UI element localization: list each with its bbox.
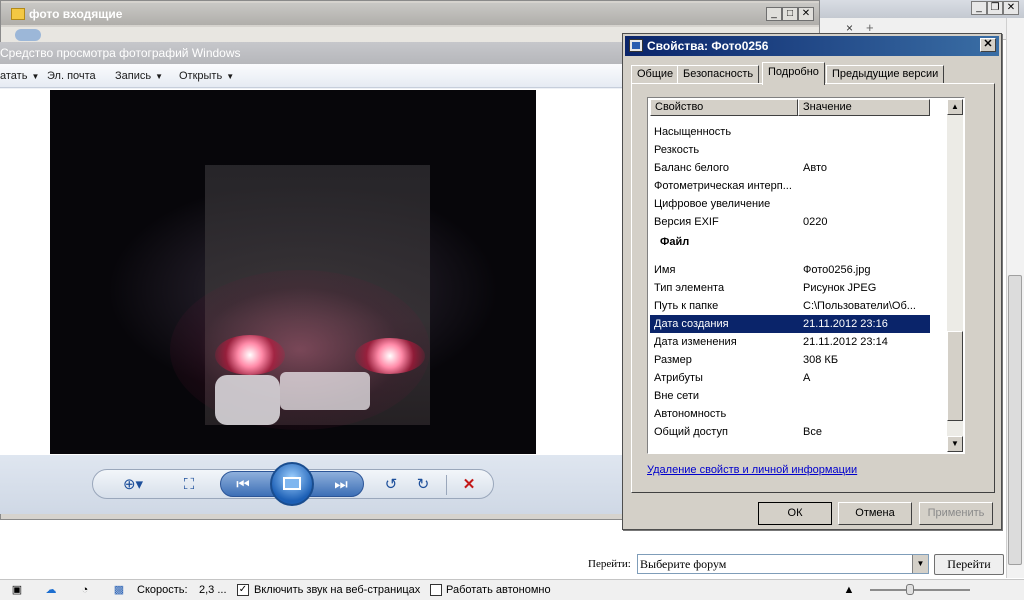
dialog-title: Свойства: Фото0256	[647, 39, 769, 53]
details-panel: Свойство Значение Насыщенность Резкость …	[631, 83, 995, 493]
table-row[interactable]: Тип элемента Рисунок JPEG	[650, 279, 930, 297]
dialog-close-button[interactable]: ✕	[980, 38, 996, 52]
browser-maximize-button[interactable]: ❐	[987, 1, 1003, 15]
rotate-left-icon[interactable]: ↺	[378, 476, 404, 494]
list-scrollbar[interactable]: ▲ ▼	[947, 99, 963, 452]
truck-wheel	[215, 375, 280, 425]
table-row[interactable]: Фотометрическая интерп...	[650, 177, 930, 195]
toolbar-separator	[446, 475, 447, 495]
properties-dialog: Свойства: Фото0256 ✕ Общие Безопасность …	[622, 33, 1002, 530]
truck-bumper	[280, 372, 370, 410]
tab-general[interactable]: Общие	[631, 65, 680, 84]
tab-security[interactable]: Безопасность	[677, 65, 760, 84]
explorer-close-button[interactable]: ✕	[798, 7, 814, 21]
browser-scrollbar-thumb[interactable]	[1008, 275, 1022, 565]
column-header-value[interactable]: Значение	[798, 99, 930, 116]
explorer-minimize-button[interactable]: _	[766, 7, 782, 21]
browser-title-bar: _ ❐ ✕	[815, 0, 1024, 18]
rotate-right-icon[interactable]: ↻	[410, 476, 436, 494]
zoom-icon[interactable]: ⊕▾	[120, 476, 146, 494]
forum-go-button[interactable]: Перейти	[934, 554, 1004, 575]
zoom-slider[interactable]	[870, 589, 970, 591]
back-forward-icon[interactable]	[15, 29, 41, 41]
folder-icon	[11, 8, 25, 20]
image-file-icon	[629, 39, 643, 52]
tab-previous-versions[interactable]: Предыдущие версии	[826, 65, 945, 84]
explorer-title-bar: фото входящие _ □ ✕	[1, 3, 819, 25]
forum-jump-label: Перейти:	[588, 558, 631, 570]
viewer-title: Средство просмотра фотографий Windows	[0, 46, 241, 60]
chevron-down-icon[interactable]: ▼	[912, 555, 928, 573]
next-icon[interactable]: ⏭	[328, 476, 354, 494]
viewer-title-bar: Средство просмотра фотографий Windows	[0, 42, 622, 64]
menu-email[interactable]: Эл. почта	[47, 70, 96, 82]
forum-select[interactable]: Выберите форум ▼	[637, 554, 929, 574]
slideshow-button[interactable]	[270, 462, 314, 506]
apply-button[interactable]: Применить	[919, 502, 993, 525]
speed-value[interactable]: 2,3 ...	[199, 584, 227, 596]
speed-label: Скорость:	[137, 584, 188, 596]
sound-checkbox[interactable]: ✓	[237, 584, 249, 596]
table-row[interactable]: Насыщенность	[650, 123, 930, 141]
tail-light-right	[355, 338, 425, 374]
media-icon[interactable]: ▣	[10, 584, 24, 596]
slideshow-icon	[283, 477, 301, 490]
zoom-out-icon[interactable]: ▲	[842, 584, 856, 596]
image-icon[interactable]: ▩	[112, 584, 126, 596]
viewer-menu-bar: атать ▼ Эл. почта Запись ▼ Открыть ▼	[0, 64, 622, 88]
chevron-down-icon: ▼	[31, 72, 40, 81]
explorer-maximize-button[interactable]: □	[782, 7, 798, 21]
group-header-file: Файл	[660, 236, 690, 248]
table-row-selected[interactable]: Дата создания 21.11.2012 23:16	[650, 315, 930, 333]
table-row[interactable]: Автономность	[650, 405, 930, 423]
photo-image	[50, 90, 536, 454]
status-bar: ▣ ☁ ◔ ▩ Скорость: 2,3 ... ✓ Включить зву…	[0, 579, 1024, 600]
menu-open[interactable]: Открыть ▼	[179, 70, 234, 82]
ok-button[interactable]: ОК	[758, 502, 832, 525]
fit-window-icon[interactable]: ⛶	[176, 476, 202, 494]
table-row[interactable]: Версия EXIF 0220	[650, 213, 930, 231]
table-row[interactable]: Дата изменения 21.11.2012 23:14	[650, 333, 930, 351]
table-row[interactable]: Общий доступ Все	[650, 423, 930, 441]
zoom-slider-thumb[interactable]	[906, 584, 914, 595]
scroll-up-icon[interactable]: ▲	[947, 99, 963, 115]
tab-details[interactable]: Подробно	[762, 62, 825, 85]
cancel-button[interactable]: Отмена	[838, 502, 912, 525]
list-header: Свойство Значение	[650, 99, 930, 116]
table-row[interactable]: Имя Фото0256.jpg	[650, 261, 930, 279]
menu-burn[interactable]: Запись ▼	[115, 70, 163, 82]
table-row[interactable]: Путь к папке C:\Пользователи\Об...	[650, 297, 930, 315]
offline-label: Работать автономно	[446, 584, 551, 596]
chevron-down-icon: ▼	[226, 72, 235, 81]
viewer-toolbar: ⊕▾ ⛶ ⏮ ⏭ ↺ ↻ ✕	[0, 455, 622, 514]
dialog-title-bar: Свойства: Фото0256	[625, 36, 999, 56]
browser-close-button[interactable]: ✕	[1003, 1, 1019, 15]
previous-icon[interactable]: ⏮	[230, 476, 256, 494]
remove-properties-link[interactable]: Удаление свойств и личной информации	[647, 464, 857, 476]
tail-light-left	[215, 335, 285, 375]
scroll-down-icon[interactable]: ▼	[947, 436, 963, 452]
properties-list[interactable]: Свойство Значение Насыщенность Резкость …	[647, 97, 965, 454]
table-row[interactable]: Атрибуты A	[650, 369, 930, 387]
table-row[interactable]: Размер 308 КБ	[650, 351, 930, 369]
table-row[interactable]: Вне сети	[650, 387, 930, 405]
sound-label: Включить звук на веб-страницах	[254, 584, 421, 596]
offline-checkbox[interactable]	[430, 584, 442, 596]
list-scrollbar-thumb[interactable]	[947, 331, 963, 421]
table-row[interactable]: Цифровое увеличение	[650, 195, 930, 213]
menu-print[interactable]: атать ▼	[0, 70, 39, 82]
delete-icon[interactable]: ✕	[456, 476, 482, 494]
column-header-property[interactable]: Свойство	[650, 99, 798, 116]
explorer-title: фото входящие	[29, 7, 123, 21]
table-row[interactable]: Баланс белого Авто	[650, 159, 930, 177]
table-row[interactable]: Резкость	[650, 141, 930, 159]
browser-minimize-button[interactable]: _	[971, 1, 987, 15]
cloud-icon[interactable]: ☁	[44, 584, 58, 596]
speedometer-icon[interactable]: ◔	[78, 584, 92, 596]
chevron-down-icon: ▼	[155, 72, 164, 81]
